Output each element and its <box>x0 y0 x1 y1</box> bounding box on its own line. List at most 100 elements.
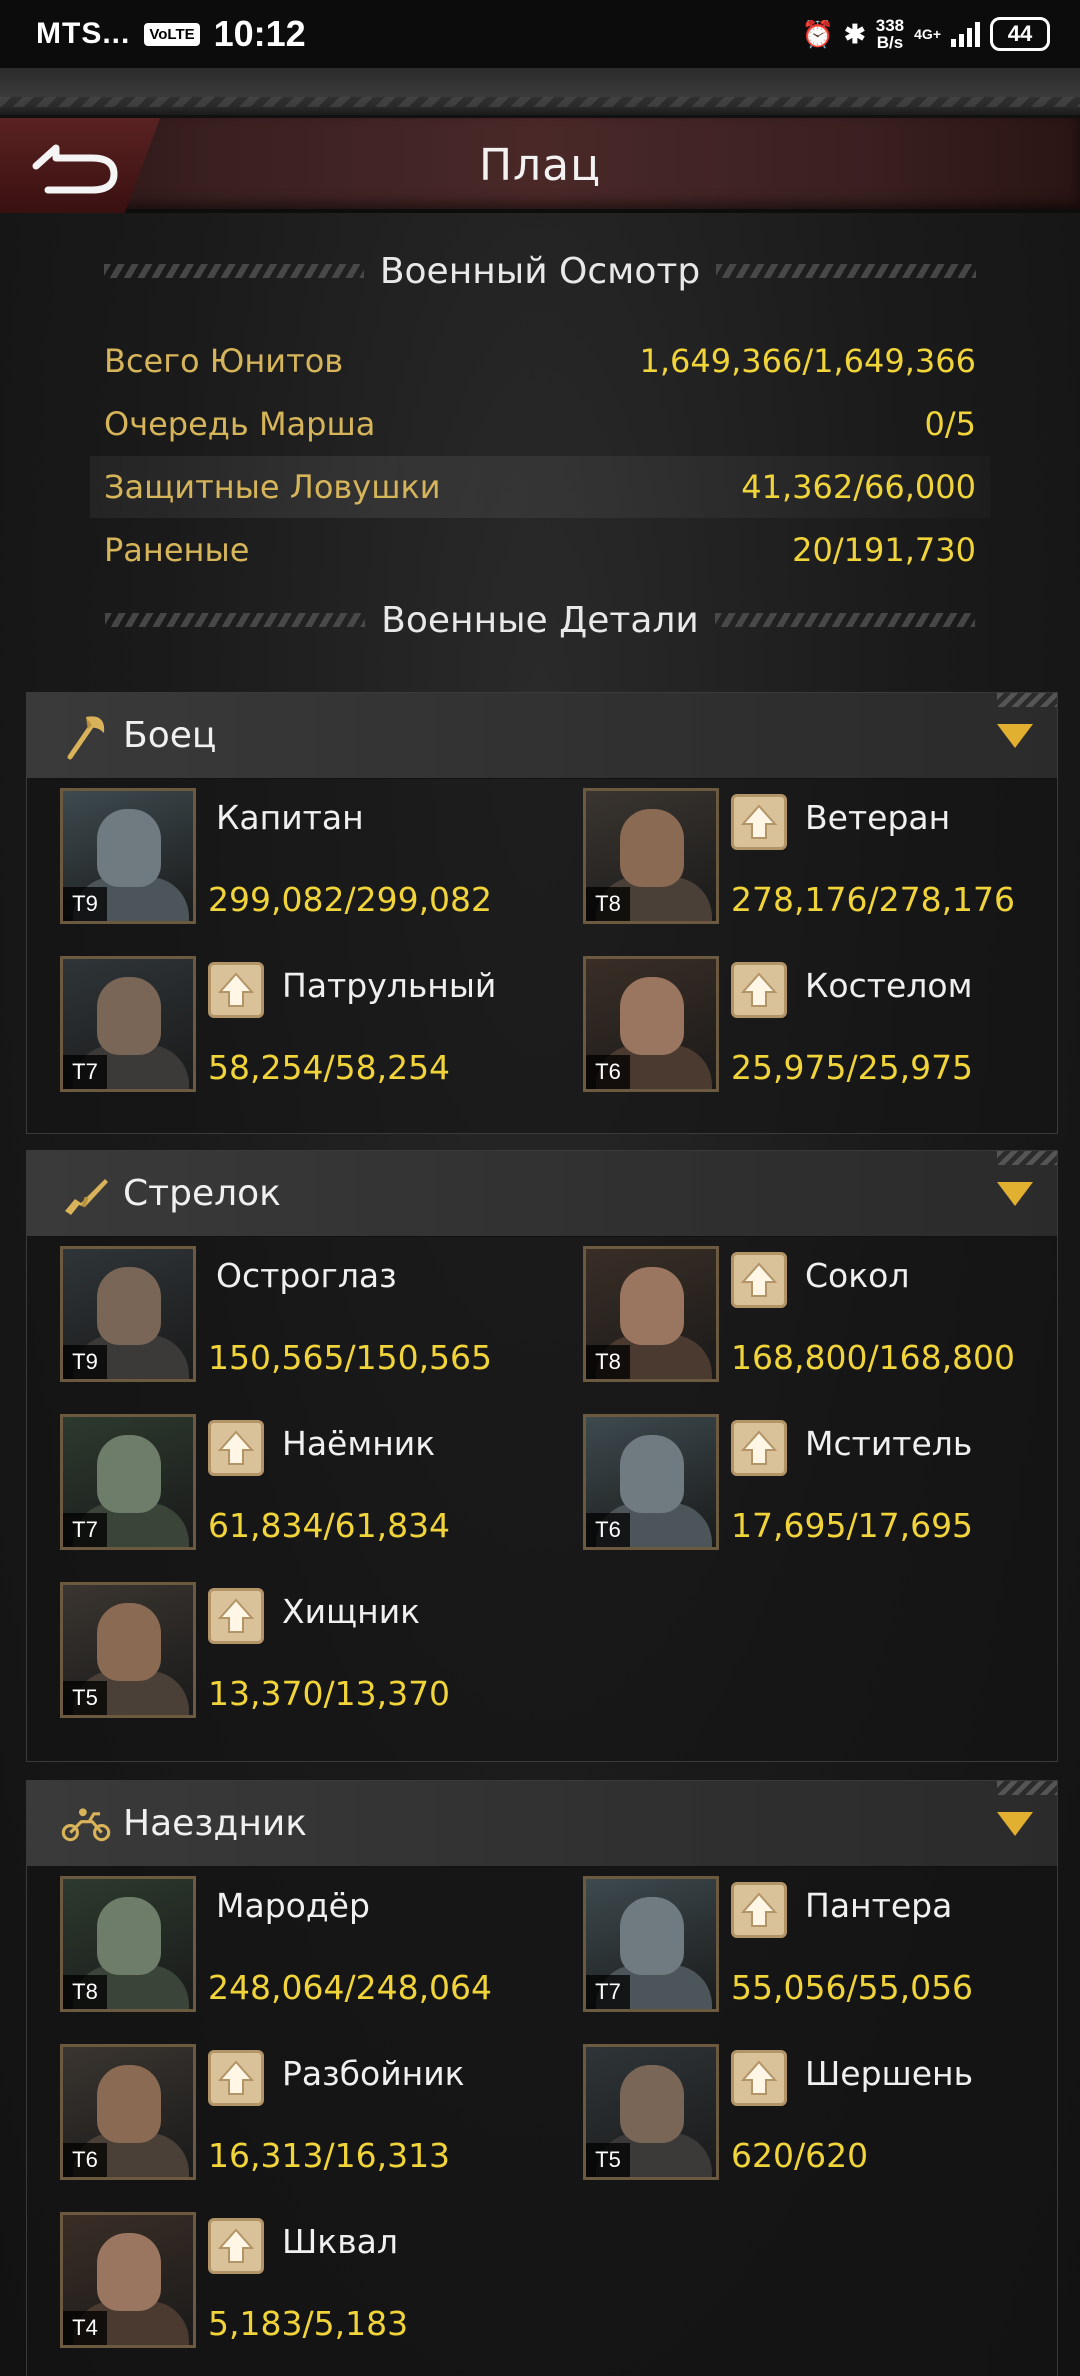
unit-portrait[interactable]: T7 <box>60 1414 196 1550</box>
unit-name: Сокол <box>805 1256 910 1295</box>
overview-row-total-units: Всего Юнитов 1,649,366/1,649,366 <box>90 330 990 392</box>
details-title: Военные Детали <box>0 595 1080 645</box>
tier-badge: T7 <box>63 1513 107 1547</box>
unit-name: Остроглаз <box>216 1256 397 1295</box>
speed-unit: B/s <box>876 33 904 52</box>
chevron-down-icon[interactable] <box>997 1181 1033 1206</box>
upgrade-arrow-icon[interactable] <box>731 1882 787 1938</box>
unit-portrait[interactable]: T5 <box>583 2044 719 2180</box>
tier-badge: T6 <box>586 1513 630 1547</box>
unit-card[interactable]: T6 Мститель 17,695/17,695 <box>583 1414 1080 1554</box>
page-header: Плац <box>0 118 1080 213</box>
unit-count: 150,565/150,565 <box>208 1338 493 1377</box>
unit-count: 299,082/299,082 <box>208 880 493 919</box>
unit-name: Патрульный <box>282 966 497 1005</box>
unit-name: Шершень <box>805 2054 974 2093</box>
unit-card[interactable]: T5 Шершень 620/620 <box>583 2044 1080 2184</box>
page-title: Плац <box>478 140 602 191</box>
upgrade-arrow-icon[interactable] <box>208 2050 264 2106</box>
unit-portrait[interactable]: T7 <box>60 956 196 1092</box>
network-type: 4G+ <box>914 26 941 42</box>
overview-title-text: Военный Осмотр <box>379 250 701 292</box>
upgrade-arrow-icon[interactable] <box>208 962 264 1018</box>
unit-name: Наёмник <box>282 1424 436 1463</box>
upgrade-arrow-icon[interactable] <box>731 962 787 1018</box>
overview-row-march-queue: Очередь Марша 0/5 <box>90 393 990 455</box>
unit-card[interactable]: T8 Мародёр 248,064/248,064 <box>60 1876 560 2016</box>
unit-card[interactable]: T7 Наёмник 61,834/61,834 <box>60 1414 560 1554</box>
unit-card[interactable]: T9 Капитан 299,082/299,082 <box>60 788 560 928</box>
status-bar: MTS... VoLTE 10:12 ⏰ ✱ 338 B/s 4G+ 44 <box>0 0 1080 68</box>
upgrade-arrow-icon[interactable] <box>208 2218 264 2274</box>
upgrade-arrow-icon[interactable] <box>208 1588 264 1644</box>
unit-portrait[interactable]: T6 <box>583 956 719 1092</box>
upgrade-arrow-icon[interactable] <box>731 1420 787 1476</box>
carrier-name: MTS... <box>36 17 131 50</box>
unit-card[interactable]: T4 Шквал 5,183/5,183 <box>60 2212 560 2352</box>
unit-card[interactable]: T9 Остроглаз 150,565/150,565 <box>60 1246 560 1386</box>
alarm-icon: ⏰ <box>801 18 834 49</box>
unit-count: 168,800/168,800 <box>731 1338 1016 1377</box>
battery-icon: 44 <box>990 17 1050 51</box>
unit-portrait[interactable]: T5 <box>60 1582 196 1718</box>
row-value: 1,649,366/1,649,366 <box>639 342 977 380</box>
unit-count: 5,183/5,183 <box>208 2304 409 2343</box>
tier-badge: T7 <box>586 1975 630 2009</box>
row-label: Очередь Марша <box>104 405 376 443</box>
bluetooth-icon: ✱ <box>843 18 866 49</box>
clock: 10:12 <box>213 13 306 54</box>
unit-card[interactable]: T6 Разбойник 16,313/16,313 <box>60 2044 560 2184</box>
overview-row-traps: Защитные Ловушки 41,362/66,000 <box>90 456 990 518</box>
unit-card[interactable]: T8 Сокол 168,800/168,800 <box>583 1246 1080 1386</box>
unit-portrait[interactable]: T9 <box>60 1246 196 1382</box>
tier-badge: T6 <box>63 2143 107 2177</box>
unit-card[interactable]: T6 Костелом 25,975/25,975 <box>583 956 1080 1096</box>
unit-portrait[interactable]: T8 <box>583 788 719 924</box>
hatch-divider <box>714 613 975 627</box>
unit-count: 620/620 <box>731 2136 869 2175</box>
tier-badge: T4 <box>63 2311 107 2345</box>
unit-card[interactable]: T7 Пантера 55,056/55,056 <box>583 1876 1080 2016</box>
motorcycle-icon <box>61 1799 111 1849</box>
unit-name: Шквал <box>282 2222 398 2261</box>
unit-portrait[interactable]: T6 <box>60 2044 196 2180</box>
unit-name: Ветеран <box>805 798 951 837</box>
category-header-rider[interactable]: Наездник <box>27 1781 1057 1867</box>
details-title-text: Военные Детали <box>381 599 699 641</box>
unit-portrait[interactable]: T4 <box>60 2212 196 2348</box>
category-header-shooter[interactable]: Стрелок <box>27 1151 1057 1237</box>
hatch-divider <box>105 613 366 627</box>
tier-badge: T8 <box>586 887 630 921</box>
unit-portrait[interactable]: T8 <box>60 1876 196 2012</box>
unit-card[interactable]: T8 Ветеран 278,176/278,176 <box>583 788 1080 928</box>
unit-card[interactable]: T5 Хищник 13,370/13,370 <box>60 1582 560 1722</box>
upgrade-arrow-icon[interactable] <box>731 1252 787 1308</box>
category-header-fighter[interactable]: Боец <box>27 693 1057 779</box>
upgrade-arrow-icon[interactable] <box>731 2050 787 2106</box>
upgrade-arrow-icon[interactable] <box>208 1420 264 1476</box>
hatch-divider <box>716 264 977 278</box>
chevron-down-icon[interactable] <box>997 723 1033 748</box>
row-value: 41,362/66,000 <box>741 468 976 506</box>
row-value: 0/5 <box>924 405 977 443</box>
back-arrow-icon <box>32 144 118 193</box>
row-label: Всего Юнитов <box>104 342 344 380</box>
upgrade-arrow-icon[interactable] <box>731 794 787 850</box>
chevron-down-icon[interactable] <box>997 1811 1033 1836</box>
tier-badge: T8 <box>63 1975 107 2009</box>
row-label: Раненые <box>104 531 250 569</box>
unit-portrait[interactable]: T6 <box>583 1414 719 1550</box>
unit-portrait[interactable]: T7 <box>583 1876 719 2012</box>
unit-count: 248,064/248,064 <box>208 1968 493 2007</box>
volte-badge: VoLTE <box>144 22 200 46</box>
network-speed: 338 B/s <box>876 17 904 51</box>
tier-badge: T5 <box>63 1681 107 1715</box>
rifle-icon <box>61 1169 111 1219</box>
unit-count: 16,313/16,313 <box>208 2136 451 2175</box>
overview-title: Военный Осмотр <box>0 246 1080 296</box>
unit-card[interactable]: T7 Патрульный 58,254/58,254 <box>60 956 560 1096</box>
unit-portrait[interactable]: T9 <box>60 788 196 924</box>
unit-portrait[interactable]: T8 <box>583 1246 719 1382</box>
signal-icon <box>951 21 980 47</box>
unit-name: Мститель <box>805 1424 973 1463</box>
